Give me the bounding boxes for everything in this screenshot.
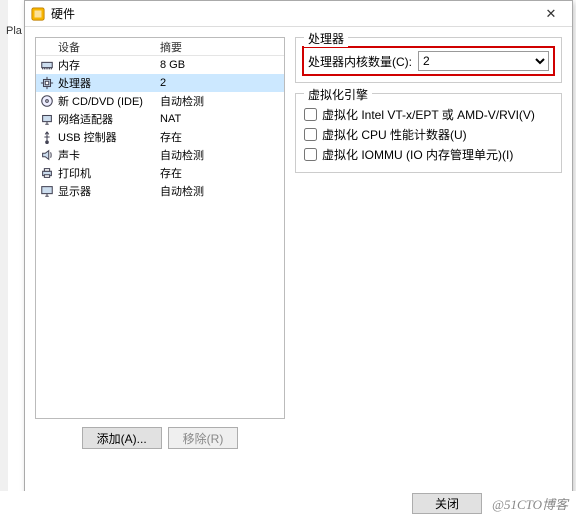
device-summary: 存在 [160,165,280,181]
core-count-select[interactable]: 2 [418,51,549,71]
device-row[interactable]: 显示器 自动检测 [36,182,284,200]
device-name: 显示器 [58,183,91,199]
sound-icon [40,148,54,162]
core-count-label: 处理器内核数量(C): [308,53,412,70]
bottom-bar: 关闭 @51CTO博客 [0,491,576,515]
virt-vtx-checkbox[interactable] [304,108,317,121]
device-row[interactable]: 新 CD/DVD (IDE) 自动检测 [36,92,284,110]
cd-icon [40,94,54,108]
watermark: @51CTO博客 [492,494,568,513]
device-name: USB 控制器 [58,129,117,145]
device-name: 声卡 [58,147,80,163]
virtualization-legend: 虚拟化引擎 [304,86,372,103]
dialog-content: 设备 摘要 内存 8 GB 处理器 2 新 CD/DVD (IDE) 自动检测 … [25,27,572,457]
device-name: 内存 [58,57,80,73]
virtualization-group: 虚拟化引擎 虚拟化 Intel VT-x/EPT 或 AMD-V/RVI(V) … [295,93,562,173]
virt-vtx-label: 虚拟化 Intel VT-x/EPT 或 AMD-V/RVI(V) [322,106,535,123]
device-summary: 自动检测 [160,147,280,163]
device-buttons: 添加(A)... 移除(R) [35,419,285,457]
device-name: 网络适配器 [58,111,113,127]
virt-option-row: 虚拟化 Intel VT-x/EPT 或 AMD-V/RVI(V) [304,104,553,124]
remove-button[interactable]: 移除(R) [168,427,239,449]
device-list-header: 设备 摘要 [36,38,284,56]
device-row[interactable]: USB 控制器 存在 [36,128,284,146]
dialog-title: 硬件 [51,5,534,22]
device-row[interactable]: 处理器 2 [36,74,284,92]
close-dialog-button[interactable]: 关闭 [412,493,482,514]
device-summary: NAT [160,113,280,125]
header-summary: 摘要 [160,39,280,55]
header-device: 设备 [40,39,160,55]
printer-icon [40,166,54,180]
device-summary: 自动检测 [160,93,280,109]
app-icon [31,7,45,21]
device-summary: 2 [160,77,280,89]
virt-cpu-perf-checkbox[interactable] [304,128,317,141]
device-row[interactable]: 打印机 存在 [36,164,284,182]
device-row[interactable]: 内存 8 GB [36,56,284,74]
close-button[interactable]: ✕ [534,3,568,25]
device-list[interactable]: 设备 摘要 内存 8 GB 处理器 2 新 CD/DVD (IDE) 自动检测 … [35,37,285,419]
processor-legend: 处理器 [304,30,348,47]
right-column: 处理器 处理器内核数量(C): 2 虚拟化引擎 虚拟化 Intel VT-x/E… [295,37,562,457]
core-count-row: 处理器内核数量(C): 2 [302,46,555,76]
hardware-dialog: 硬件 ✕ 设备 摘要 内存 8 GB 处理器 2 新 CD/DVD (IDE) [24,0,573,497]
virt-option-row: 虚拟化 IOMMU (IO 内存管理单元)(I) [304,144,553,164]
memory-icon [40,58,54,72]
usb-icon [40,130,54,144]
add-button[interactable]: 添加(A)... [82,427,162,449]
device-summary: 存在 [160,129,280,145]
virt-iommu-checkbox[interactable] [304,148,317,161]
device-row[interactable]: 网络适配器 NAT [36,110,284,128]
background-strip [0,0,8,515]
titlebar: 硬件 ✕ [25,1,572,27]
device-row[interactable]: 声卡 自动检测 [36,146,284,164]
left-column: 设备 摘要 内存 8 GB 处理器 2 新 CD/DVD (IDE) 自动检测 … [35,37,285,457]
virt-option-row: 虚拟化 CPU 性能计数器(U) [304,124,553,144]
virt-cpu-perf-label: 虚拟化 CPU 性能计数器(U) [322,126,467,143]
display-icon [40,184,54,198]
device-name: 新 CD/DVD (IDE) [58,93,143,109]
background-text: Pla [6,25,22,37]
device-name: 处理器 [58,75,91,91]
processor-group: 处理器 处理器内核数量(C): 2 [295,37,562,83]
virt-iommu-label: 虚拟化 IOMMU (IO 内存管理单元)(I) [322,146,513,163]
device-name: 打印机 [58,165,91,181]
cpu-icon [40,76,54,90]
device-summary: 8 GB [160,59,280,71]
device-summary: 自动检测 [160,183,280,199]
network-icon [40,112,54,126]
close-icon: ✕ [546,6,557,22]
